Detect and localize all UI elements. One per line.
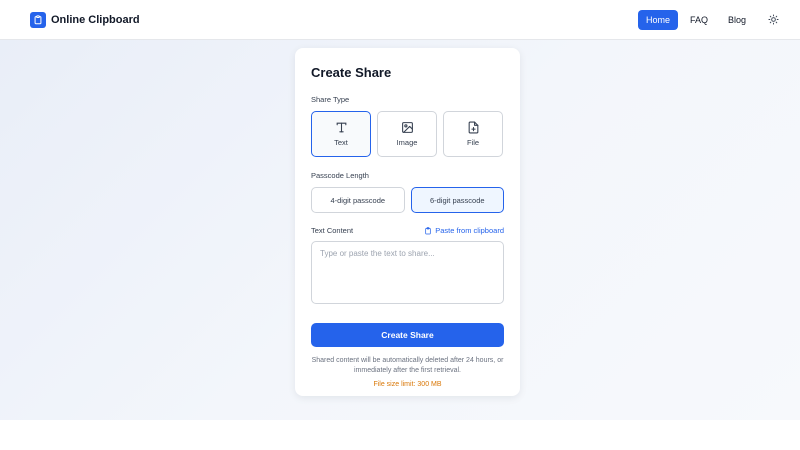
paste-from-clipboard-label: Paste from clipboard (435, 226, 504, 235)
clipboard-icon (425, 226, 431, 234)
text-content-label: Text Content (311, 226, 354, 235)
text-icon (336, 122, 346, 133)
create-share-button[interactable]: Create Share (311, 323, 504, 347)
nav-home[interactable]: Home (637, 9, 678, 30)
brand-title: Online Clipboard (51, 13, 140, 26)
passcode-4-digit-button[interactable]: 4-digit passcode (311, 187, 405, 213)
share-type-file[interactable]: File (443, 111, 503, 157)
card-title: Create Share (311, 65, 392, 80)
nav-faq[interactable]: FAQ (682, 10, 716, 30)
share-type-text[interactable]: Text (311, 111, 371, 157)
brand[interactable]: Online Clipboard (30, 11, 140, 28)
main-nav: Home FAQ Blog (637, 9, 784, 31)
share-type-options: Text Image File (311, 111, 504, 157)
clipboard-icon (30, 11, 46, 28)
share-type-text-label: Text (334, 138, 348, 147)
passcode-options: 4-digit passcode 6-digit passcode (311, 187, 504, 213)
share-type-image[interactable]: Image (377, 111, 437, 157)
share-type-file-label: File (466, 138, 480, 147)
nav-blog[interactable]: Blog (720, 10, 754, 30)
file-size-limit-note: File size limit: 300 MB (373, 381, 442, 389)
top-header: Online Clipboard Home FAQ Blog (0, 0, 800, 40)
theme-toggle-button[interactable] (762, 9, 784, 31)
passcode-6-digit-button[interactable]: 6-digit passcode (410, 187, 504, 213)
text-content-input[interactable] (311, 241, 504, 304)
share-type-label: Share Type (311, 95, 350, 104)
paste-from-clipboard-link[interactable]: Paste from clipboard (424, 226, 504, 235)
image-icon (401, 122, 413, 133)
passcode-length-label: Passcode Length (311, 171, 369, 180)
file-plus-icon (468, 121, 478, 134)
sun-icon (767, 14, 779, 25)
share-type-image-label: Image (396, 138, 418, 147)
retention-note: Shared content will be automatically del… (311, 357, 504, 375)
text-content-header: Text Content Paste from clipboard (311, 226, 504, 235)
create-share-card: Create Share Share Type Text Image File … (295, 48, 520, 396)
